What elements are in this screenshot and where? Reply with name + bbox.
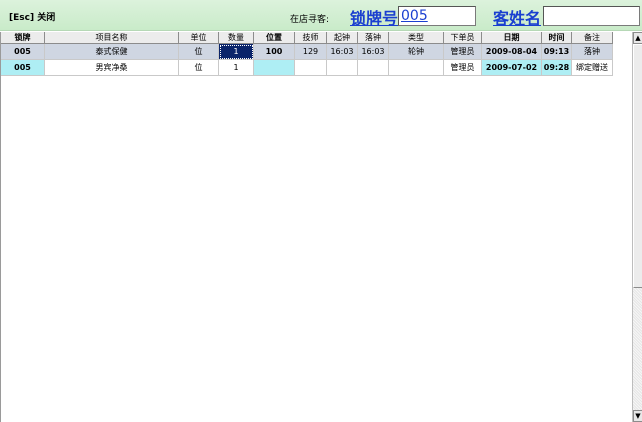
cell-date[interactable]: 2009-08-04 (482, 44, 542, 60)
col-header-start-time[interactable]: 起钟 (327, 32, 358, 44)
customer-name-label[interactable]: 客姓名 (493, 5, 541, 29)
close-button[interactable]: [Esc] 关闭 (9, 10, 55, 23)
col-header-operator[interactable]: 下单员 (444, 32, 482, 44)
col-header-unit[interactable]: 单位 (179, 32, 219, 44)
col-header-quantity[interactable]: 数量 (219, 32, 254, 44)
scroll-up-icon[interactable]: ▲ (633, 32, 642, 44)
scroll-thumb[interactable] (633, 44, 642, 288)
cell-remark[interactable]: 落钟 (572, 44, 613, 60)
cell-unit[interactable]: 位 (179, 44, 219, 60)
col-header-time[interactable]: 时间 (542, 32, 572, 44)
cell-operator[interactable]: 管理员 (444, 60, 482, 76)
cell-item-name[interactable]: 泰式保健 (45, 44, 179, 60)
cell-end-time[interactable]: 16:03 (358, 44, 389, 60)
cell-unit[interactable]: 位 (179, 60, 219, 76)
order-grid[interactable]: 锁牌 项目名称 单位 数量 位置 技师 起钟 落钟 类型 下单员 日期 时间 备… (0, 32, 632, 422)
vertical-scrollbar[interactable]: ▲ ▼ (632, 32, 642, 422)
col-header-lock[interactable]: 锁牌 (1, 32, 45, 44)
cell-quantity[interactable]: 1 (219, 44, 254, 60)
col-header-technician[interactable]: 技师 (295, 32, 327, 44)
cell-position[interactable]: 100 (254, 44, 295, 60)
cell-quantity[interactable]: 1 (219, 60, 254, 76)
cell-operator[interactable]: 管理员 (444, 44, 482, 60)
toolbar: [Esc] 关闭 在店寻客: 锁牌号 005 客姓名 (0, 0, 642, 31)
cell-lock[interactable]: 005 (1, 60, 45, 76)
cell-item-name[interactable]: 男宾净桑 (45, 60, 179, 76)
col-header-end-time[interactable]: 落钟 (358, 32, 389, 44)
cell-end-time[interactable] (358, 60, 389, 76)
cell-technician[interactable]: 129 (295, 44, 327, 60)
col-header-date[interactable]: 日期 (482, 32, 542, 44)
table-row[interactable]: 005 男宾净桑 位 1 管理员 2009-07-02 09:28 绑定赠送 (1, 60, 613, 76)
cell-date[interactable]: 2009-07-02 (482, 60, 542, 76)
cell-type[interactable]: 轮钟 (389, 44, 444, 60)
customer-name-input[interactable] (543, 6, 640, 26)
grid-header-row: 锁牌 项目名称 单位 数量 位置 技师 起钟 落钟 类型 下单员 日期 时间 备… (1, 32, 613, 44)
col-header-type[interactable]: 类型 (389, 32, 444, 44)
cell-technician[interactable] (295, 60, 327, 76)
lock-number-input[interactable]: 005 (398, 6, 476, 26)
col-header-remark[interactable]: 备注 (572, 32, 613, 44)
cell-position[interactable] (254, 60, 295, 76)
cell-start-time[interactable]: 16:03 (327, 44, 358, 60)
lock-number-label[interactable]: 锁牌号 (350, 5, 398, 29)
cell-time[interactable]: 09:13 (542, 44, 572, 60)
cell-remark[interactable]: 绑定赠送 (572, 60, 613, 76)
table-row[interactable]: 005 泰式保健 位 1 100 129 16:03 16:03 轮钟 管理员 … (1, 44, 613, 60)
cell-type[interactable] (389, 60, 444, 76)
cell-time[interactable]: 09:28 (542, 60, 572, 76)
col-header-position[interactable]: 位置 (254, 32, 295, 44)
cell-start-time[interactable] (327, 60, 358, 76)
cell-lock[interactable]: 005 (1, 44, 45, 60)
in-store-search-label: 在店寻客: (290, 15, 330, 25)
scroll-down-icon[interactable]: ▼ (633, 410, 642, 422)
col-header-item-name[interactable]: 项目名称 (45, 32, 179, 44)
